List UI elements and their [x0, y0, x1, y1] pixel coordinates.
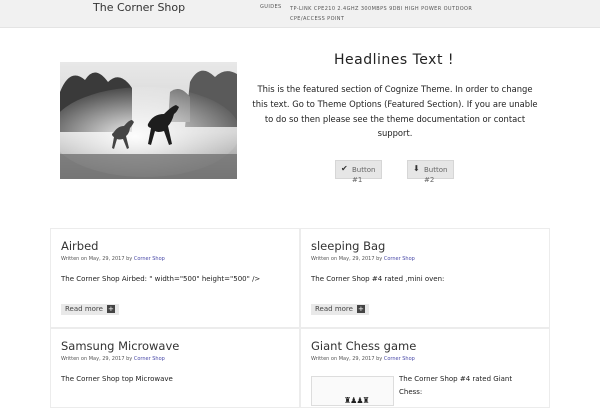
nav-item-product[interactable]: TP-LINK CPE210 2.4GHZ 300MBPS 9DBI HIGH …	[290, 4, 500, 24]
read-more-label: Read more	[65, 305, 103, 313]
chess-pieces-icon: ♜♟♟♜	[344, 396, 370, 405]
post-date: Written on May, 29, 2017 by	[311, 356, 383, 362]
featured-description: This is the featured section of Cognize …	[252, 84, 538, 139]
read-more-button[interactable]: Read more +	[61, 304, 119, 315]
post-meta: Written on May, 29, 2017 by Corner Shop	[61, 356, 165, 362]
post-card-chess: Giant Chess game Written on May, 29, 201…	[300, 328, 550, 408]
post-author-link[interactable]: Corner Shop	[384, 356, 415, 362]
post-meta: Written on May, 29, 2017 by Corner Shop	[61, 256, 165, 262]
featured-button-1[interactable]: ✔ Button #1	[335, 160, 382, 184]
post-excerpt-line-2: Chess:	[399, 388, 423, 396]
plus-icon: +	[356, 305, 365, 313]
featured-button-2-label: Button #2	[424, 166, 448, 184]
post-title[interactable]: Airbed	[61, 239, 98, 253]
post-author-link[interactable]: Corner Shop	[384, 256, 415, 262]
horses-photo	[60, 62, 237, 179]
post-meta: Written on May, 29, 2017 by Corner Shop	[311, 256, 415, 262]
site-header: The Corner Shop GUIDES TP-LINK CPE210 2.…	[0, 0, 600, 28]
post-title[interactable]: Samsung Microwave	[61, 339, 179, 353]
post-author-link[interactable]: Corner Shop	[134, 356, 165, 362]
featured-headline: Headlines Text !	[334, 52, 454, 68]
post-date: Written on May, 29, 2017 by	[61, 356, 133, 362]
post-excerpt: The Corner Shop top Microwave	[61, 375, 173, 383]
post-excerpt: The Corner Shop Airbed: " width="500" he…	[61, 275, 261, 283]
post-card-sleeping-bag: sleeping Bag Written on May, 29, 2017 by…	[300, 228, 550, 328]
post-excerpt: The Corner Shop #4 rated ,mini oven:	[311, 275, 445, 283]
post-title[interactable]: Giant Chess game	[311, 339, 416, 353]
checkmark-icon: ✔	[341, 164, 348, 173]
site-logo[interactable]: The Corner Shop	[93, 2, 185, 13]
post-date: Written on May, 29, 2017 by	[61, 256, 133, 262]
post-meta: Written on May, 29, 2017 by Corner Shop	[311, 356, 415, 362]
featured-button-2[interactable]: ⬇ Button #2	[407, 160, 454, 184]
post-card-airbed: Airbed Written on May, 29, 2017 by Corne…	[50, 228, 300, 328]
post-card-microwave: Samsung Microwave Written on May, 29, 20…	[50, 328, 300, 408]
nav-item-guides[interactable]: GUIDES	[260, 4, 282, 10]
read-more-button[interactable]: Read more +	[311, 304, 369, 315]
download-icon: ⬇	[413, 164, 420, 173]
post-date: Written on May, 29, 2017 by	[311, 256, 383, 262]
post-author-link[interactable]: Corner Shop	[134, 256, 165, 262]
post-thumbnail[interactable]: ♜♟♟♜	[311, 376, 394, 406]
featured-image	[60, 62, 237, 179]
read-more-label: Read more	[315, 305, 353, 313]
featured-button-1-label: Button #1	[352, 166, 376, 184]
plus-icon: +	[106, 305, 115, 313]
post-excerpt-line-1: The Corner Shop #4 rated Giant	[399, 375, 513, 383]
post-title[interactable]: sleeping Bag	[311, 239, 385, 253]
